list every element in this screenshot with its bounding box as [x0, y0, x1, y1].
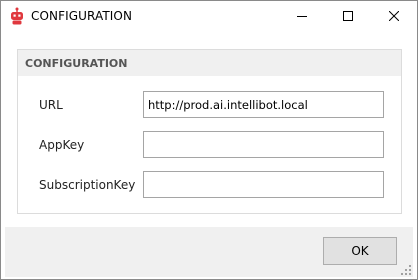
robot-icon: [9, 7, 25, 25]
group-title: CONFIGURATION: [25, 57, 128, 70]
resize-grip-icon[interactable]: [401, 265, 411, 275]
close-button[interactable]: [371, 1, 417, 32]
window-title: CONFIGURATION: [31, 9, 133, 23]
maximize-icon: [343, 11, 353, 21]
button-footer: OK: [5, 227, 413, 277]
appkey-label: AppKey: [39, 138, 85, 152]
title-bar[interactable]: CONFIGURATION: [1, 1, 417, 32]
minimize-icon: [297, 16, 307, 17]
group-header: CONFIGURATION: [18, 50, 401, 76]
url-input[interactable]: [143, 91, 384, 118]
subscriptionkey-input[interactable]: [143, 171, 384, 198]
appkey-input[interactable]: [143, 131, 384, 158]
subscriptionkey-label: SubscriptionKey: [39, 178, 136, 192]
ok-button[interactable]: OK: [323, 237, 397, 265]
configuration-group: CONFIGURATION URL AppKey SubscriptionKey: [17, 49, 402, 214]
configuration-window: CONFIGURATION CONFIGURATION URL AppK: [0, 0, 418, 280]
dialog-body: CONFIGURATION URL AppKey SubscriptionKey…: [1, 32, 417, 279]
minimize-button[interactable]: [279, 1, 325, 32]
maximize-button[interactable]: [325, 1, 371, 32]
url-label: URL: [39, 98, 63, 112]
close-icon: [389, 11, 399, 21]
